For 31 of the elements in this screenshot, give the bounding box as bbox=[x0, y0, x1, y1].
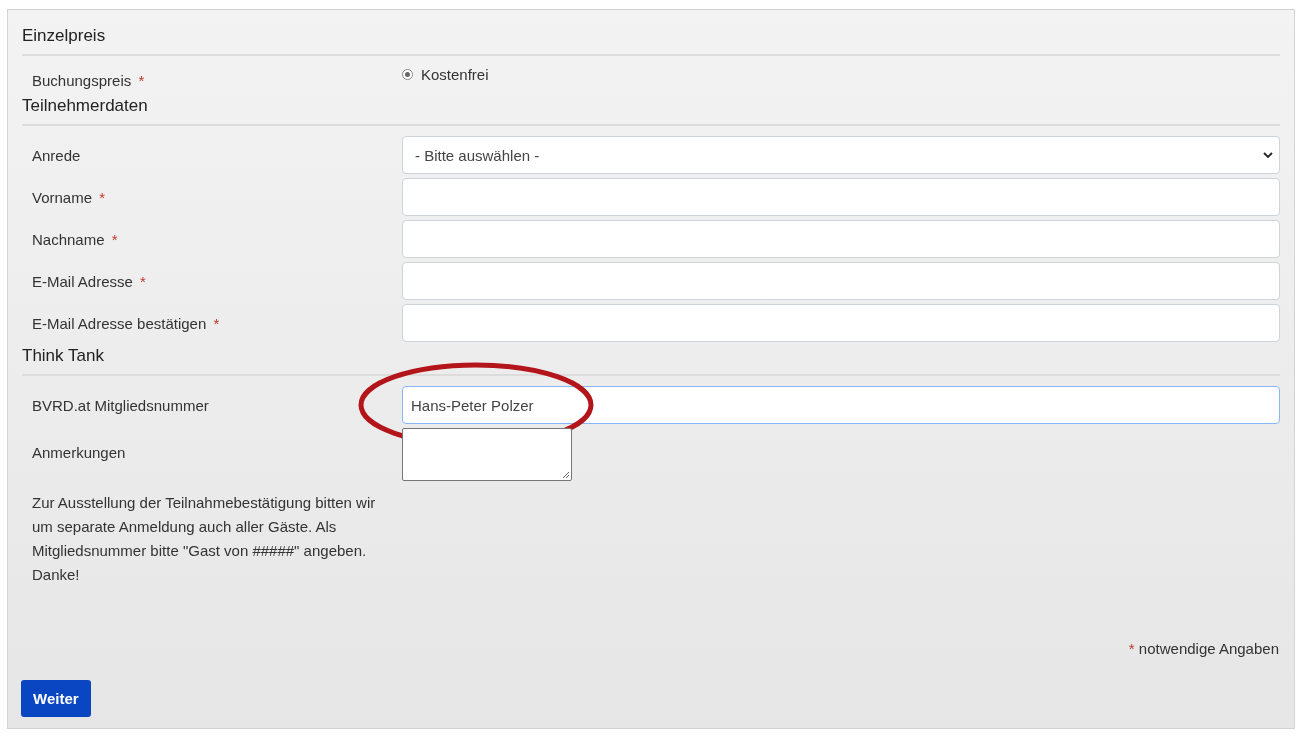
field-label: Anrede bbox=[32, 146, 81, 164]
required-asterisk: * bbox=[99, 188, 106, 206]
legend-text: notwendige Angaben bbox=[1138, 640, 1279, 657]
text-field[interactable] bbox=[402, 304, 1280, 342]
text-field[interactable] bbox=[402, 178, 1280, 216]
required-asterisk: * bbox=[213, 314, 220, 332]
section-heading: Think Tank bbox=[22, 344, 1280, 376]
field-label: E-Mail Adresse bbox=[32, 272, 133, 290]
required-asterisk: * bbox=[111, 230, 118, 248]
radio-button[interactable] bbox=[402, 69, 413, 80]
required-asterisk: * bbox=[1128, 640, 1135, 657]
section-heading: Teilnehmerdaten bbox=[22, 94, 1280, 126]
required-asterisk: * bbox=[138, 72, 145, 89]
field-label: BVRD.at Mitgliedsnummer bbox=[32, 396, 209, 414]
salutation-dropdown[interactable]: - Bitte auswählen - bbox=[402, 136, 1280, 174]
text-field[interactable]: Hans-Peter Polzer bbox=[402, 386, 1280, 424]
field-label: E-Mail Adresse bestätigen bbox=[32, 314, 207, 332]
section-heading: Einzelpreis bbox=[22, 24, 1280, 56]
required-asterisk: * bbox=[140, 272, 146, 290]
chevron-down-icon bbox=[1263, 151, 1273, 159]
text-field[interactable] bbox=[402, 262, 1280, 300]
resize-grip-icon[interactable] bbox=[562, 471, 570, 479]
text-field[interactable] bbox=[402, 220, 1280, 258]
notes-textarea[interactable] bbox=[402, 428, 572, 481]
field-label: Anmerkungen bbox=[32, 444, 126, 461]
info-paragraph: Zur Ausstellung der Teilnahmebestätigung bitten wir um separate Anmeldung auch aller Gäste. Als Mitgliedsnummer bitte "Gast von #####" angeben. Danke! bbox=[32, 493, 377, 585]
radio-label[interactable]: Kostenfrei bbox=[421, 66, 489, 83]
field-label: Vorname bbox=[32, 188, 93, 206]
field-label: Nachname bbox=[32, 230, 105, 248]
next-button[interactable]: Weiter bbox=[21, 680, 91, 717]
field-label: Buchungspreis bbox=[32, 72, 132, 89]
